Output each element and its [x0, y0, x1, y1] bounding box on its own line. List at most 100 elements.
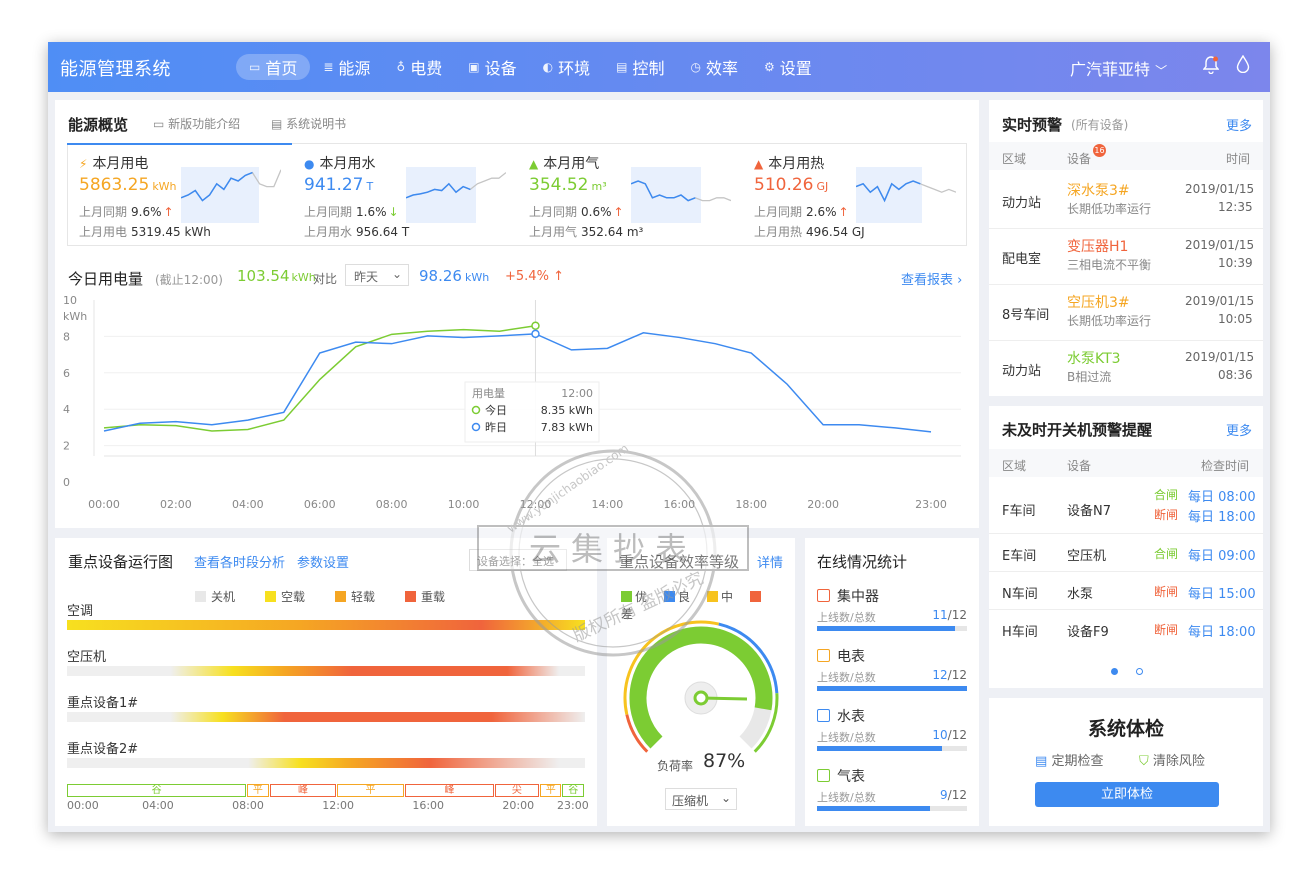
online-label: 上线数/总数 [817, 671, 876, 684]
alert-time: 08:36 [1218, 368, 1253, 382]
nav-item-2[interactable]: ♁ 电费 [383, 54, 455, 80]
y-axis-unit: kWh [63, 310, 87, 323]
switch-device: 设备N7 [1067, 504, 1111, 519]
leaf-icon: ◐ [542, 60, 554, 74]
period-analysis-link[interactable]: 查看各时段分析 [194, 552, 285, 571]
divider [989, 340, 1263, 341]
nav-label: 能源 [338, 59, 371, 78]
device-run-bar[interactable] [67, 666, 585, 676]
x-tick-label: 02:00 [160, 498, 192, 511]
online-label: 上线数/总数 [817, 791, 876, 804]
alert-area: 配电室 [1002, 252, 1042, 267]
device-icon: ▣ [468, 60, 480, 74]
alert-desc: 长期低功率运行 [1067, 202, 1152, 216]
divider [989, 228, 1263, 229]
alert-device[interactable]: 空压机3# [1067, 292, 1130, 312]
alert-device[interactable]: 深水泵3# [1067, 180, 1130, 200]
nav-item-3[interactable]: ▣ 设备 [455, 54, 529, 80]
switch-time: 每日 08:00 [1188, 490, 1256, 505]
period-segment: 峰 [269, 784, 337, 797]
alert-desc: B相过流 [1067, 370, 1112, 384]
alert-more-link[interactable]: 更多 [1226, 115, 1252, 134]
device-select[interactable]: 设备选择：全选 [469, 549, 567, 571]
alert-row[interactable]: 配电室 变压器H1 三相电流不平衡 2019/01/15 10:39 [989, 230, 1263, 284]
device-run-bar[interactable] [67, 712, 585, 722]
nav-item-6[interactable]: ◷ 效率 [677, 54, 751, 80]
database-icon: ≣ [323, 60, 334, 74]
switch-area: H车间 [1002, 625, 1038, 640]
alert-time: 10:39 [1218, 256, 1253, 270]
gauge-value: 87% [703, 750, 746, 772]
online-item[interactable]: 气表 上线数/总数 9/12 [805, 766, 979, 822]
switch-row[interactable]: N车间 水泵 断闸 每日 15:00 [989, 572, 1263, 610]
alert-row[interactable]: 动力站 水泵KT3 B相过流 2019/01/15 08:36 [989, 342, 1263, 396]
nav-label: 效率 [705, 59, 738, 78]
switch-time: 每日 18:00 [1188, 510, 1256, 525]
water-drop-icon[interactable] [1236, 54, 1250, 77]
x-tick-label: 12:00 [520, 498, 552, 511]
nav-label: 设置 [779, 59, 812, 78]
switch-more-link[interactable]: 更多 [1226, 420, 1252, 439]
param-settings-link[interactable]: 参数设置 [297, 552, 349, 571]
alert-row[interactable]: 8号车间 空压机3# 长期低功率运行 2019/01/15 10:05 [989, 286, 1263, 340]
control-icon: ▤ [616, 60, 628, 74]
switch-row[interactable]: H车间 设备F9 断闸 每日 18:00 [989, 610, 1263, 648]
online-item[interactable]: 水表 上线数/总数 10/12 [805, 706, 979, 762]
realtime-alert-card: 实时预警 (所有设备) 更多 区域 设备 16 时间 动力站 深水泵3# 长期低功率… [989, 100, 1263, 396]
alert-title: 实时预警 [1002, 116, 1063, 134]
alert-device[interactable]: 变压器H1 [1067, 236, 1128, 256]
gear-icon: ⚙ [763, 60, 775, 74]
chart-tooltip: 用电量 12:00 今日 8.35 kWh 昨日 7.83 kWh [464, 381, 600, 443]
nav-item-0[interactable]: ▭ 首页 [236, 54, 311, 80]
nav-item-4[interactable]: ◐ 环境 [530, 54, 604, 80]
meter-icon [817, 649, 830, 662]
x-tick-label: 14:00 [592, 498, 624, 511]
online-name: 集中器 [837, 589, 879, 605]
switch-action: 合闸 [1154, 488, 1179, 502]
online-progress-fill [817, 806, 930, 811]
legend-swatch [195, 591, 206, 602]
company-selector[interactable]: 广汽菲亚特 ﹀ [1070, 56, 1167, 80]
nav-item-5[interactable]: ▤ 控制 [603, 54, 677, 80]
pager-dot-active[interactable] [1111, 668, 1118, 675]
nav-item-7[interactable]: ⚙ 设置 [751, 54, 825, 80]
tooltip-value: 8.35 kWh [541, 404, 593, 417]
switch-row[interactable]: F车间 设备N7 合闸 每日 08:00 断闸 每日 18:00 [989, 482, 1263, 534]
alert-date: 2019/01/15 [1185, 294, 1255, 308]
device-type-select[interactable]: 压缩机 ⌄ [665, 788, 737, 810]
meter-icon [817, 709, 830, 722]
start-checkup-button[interactable]: 立即体检 [1035, 782, 1219, 807]
online-item[interactable]: 电表 上线数/总数 12/12 [805, 646, 979, 702]
tooltip-value: 7.83 kWh [541, 421, 593, 434]
periodic-check: ▤ 定期检查 [1035, 754, 1104, 769]
time-tick: 23:00 [557, 799, 589, 812]
online-title: 在线情况统计 [817, 553, 908, 571]
switch-area: F车间 [1002, 504, 1036, 519]
legend-swatch [265, 591, 277, 602]
y-tick-label: 10 [63, 294, 77, 307]
col-area: 区域 [1002, 459, 1027, 473]
nav-item-1[interactable]: ≣ 能源 [310, 54, 383, 80]
col-device: 设备 [1067, 459, 1092, 473]
energy-overview-card: 能源概览 ▭ 新版功能介绍 ▤ 系统说明书 ⚡ 本月用电 5863.25 kWh 上月同… [55, 100, 979, 528]
legend-item: 关机 [195, 590, 235, 604]
clock-icon: ◷ [690, 60, 701, 74]
switch-alert-title: 未及时开关机预警提醒 [1002, 421, 1153, 439]
nav-label: 控制 [632, 59, 665, 78]
col-device: 设备 [1067, 152, 1092, 166]
device-run-bar[interactable] [67, 620, 585, 630]
pager-dot[interactable] [1136, 668, 1143, 675]
alert-device[interactable]: 水泵KT3 [1067, 348, 1121, 368]
switch-alert-card: 未及时开关机预警提醒 更多 区域 设备 检查时间 F车间 设备N7 合闸 每日 08:… [989, 406, 1263, 688]
legend-swatch [335, 591, 347, 602]
alert-date: 2019/01/15 [1185, 350, 1255, 364]
online-count: 9/12 [940, 788, 967, 802]
period-segment: 谷 [562, 784, 584, 797]
y-tick-label: 6 [63, 367, 70, 380]
device-run-bar[interactable] [67, 758, 585, 768]
bell-icon[interactable] [1202, 56, 1220, 78]
alert-row[interactable]: 动力站 深水泵3# 长期低功率运行 2019/01/15 12:35 [989, 174, 1263, 228]
switch-row[interactable]: E车间 空压机 合闸 每日 09:00 [989, 534, 1263, 572]
legend-item: 轻载 [335, 590, 375, 604]
online-item[interactable]: 集中器 上线数/总数 11/12 [805, 586, 979, 642]
